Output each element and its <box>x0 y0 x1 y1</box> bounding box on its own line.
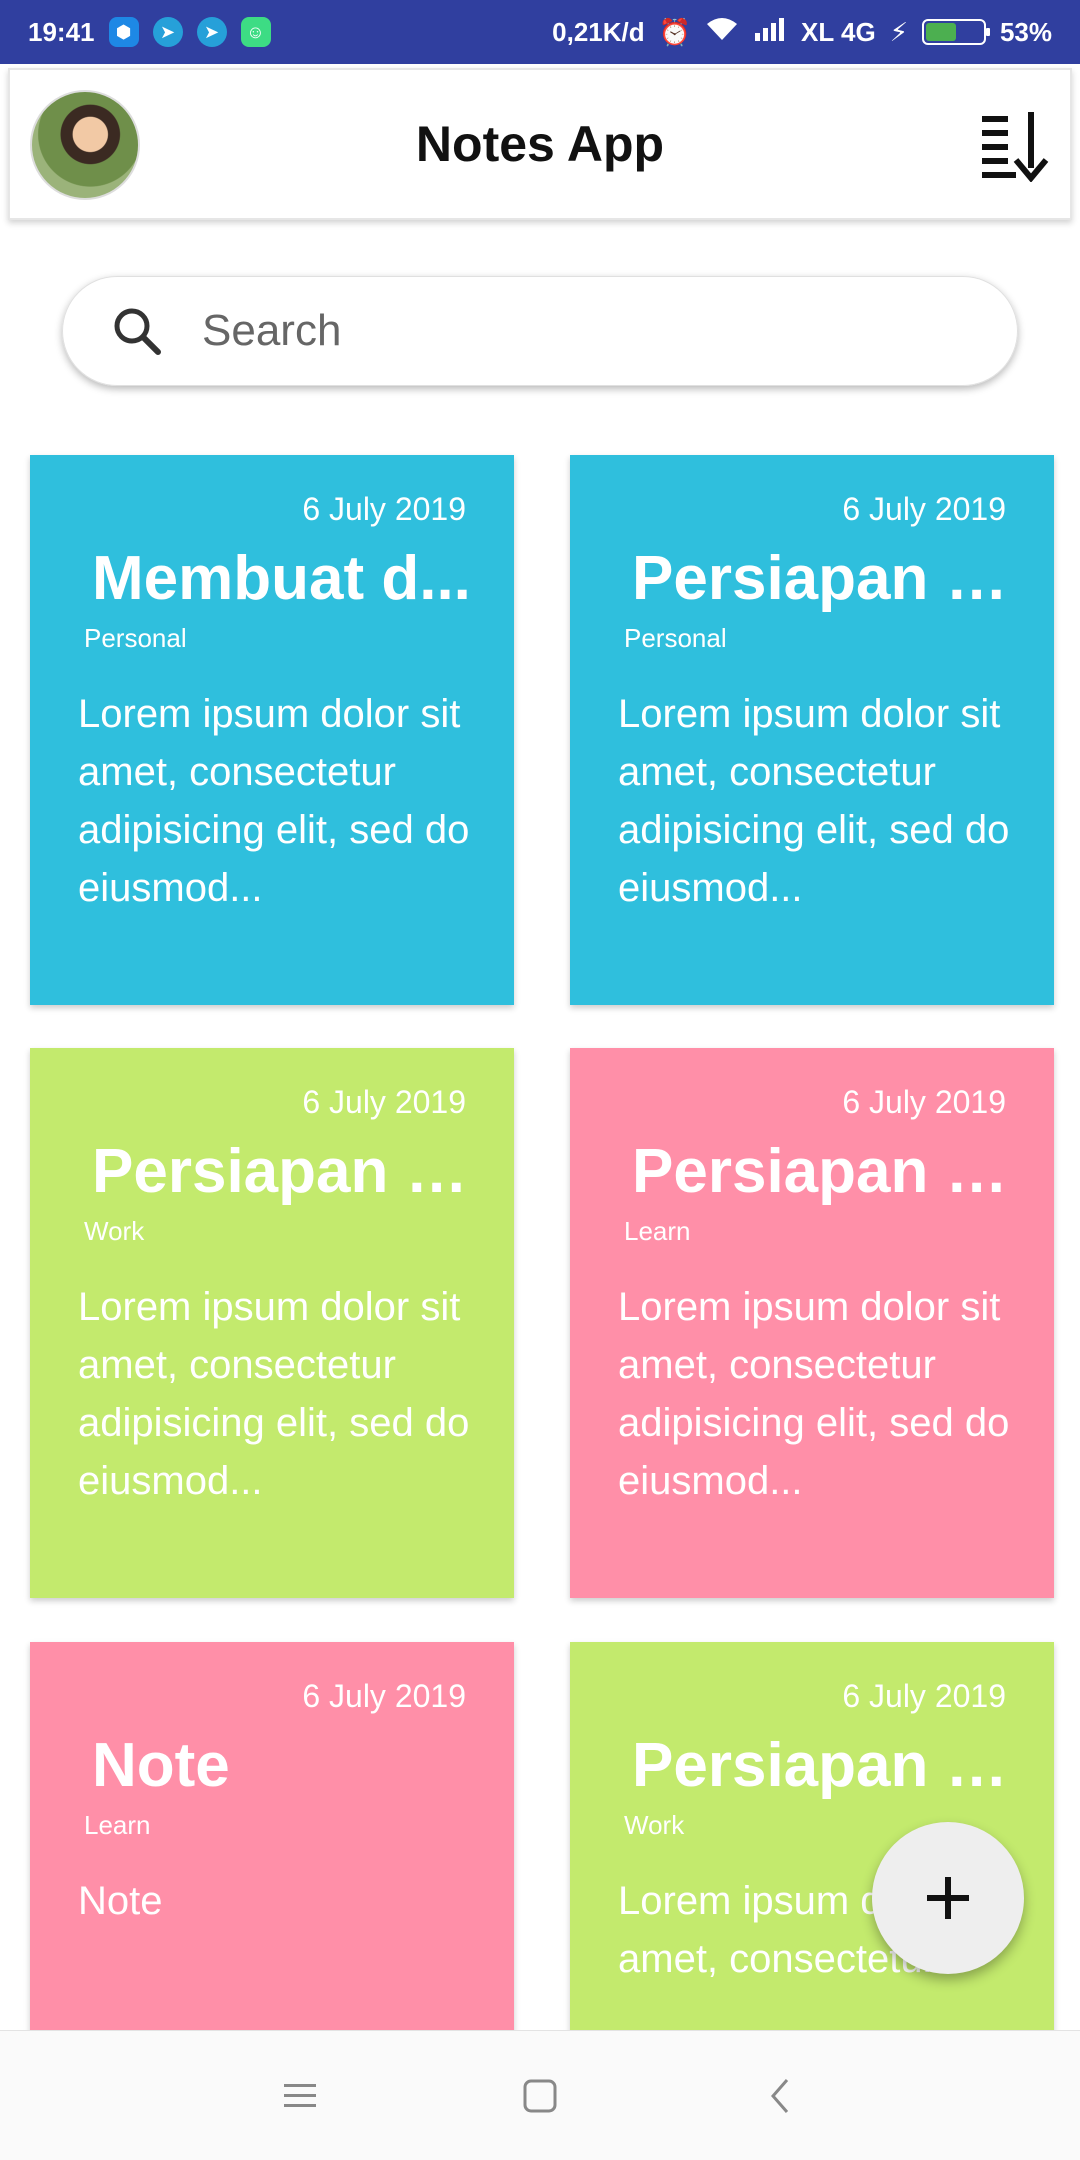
note-body: Lorem ipsum dolor sit amet, consectetur … <box>618 692 1010 910</box>
note-date: 6 July 2019 <box>302 1678 466 1714</box>
battery-icon <box>921 19 990 45</box>
note-title: Persiapan P... <box>632 1731 1012 1800</box>
note-body: Note <box>78 1879 163 1923</box>
menu-button[interactable] <box>270 2066 330 2126</box>
status-time: 19:41 <box>28 16 95 47</box>
note-body: Lorem ipsum dolor sit amet, consectetur … <box>618 1285 1010 1503</box>
note-date: 6 July 2019 <box>842 1678 1006 1714</box>
add-note-button[interactable] <box>872 1822 1024 1974</box>
telegram-icon: ➤ <box>196 17 227 47</box>
avatar[interactable] <box>30 90 140 200</box>
note-category: Work <box>84 1216 145 1246</box>
home-button[interactable] <box>510 2066 570 2126</box>
battery-percent: 53% <box>999 16 1052 47</box>
note-title: Persiapan P... <box>632 1137 1012 1206</box>
search-icon <box>114 308 161 355</box>
note-title: Membuat d... <box>92 544 471 613</box>
carrier-label: XL 4G <box>801 16 876 47</box>
note-title: Note <box>92 1731 230 1800</box>
note-category: Personal <box>84 623 187 653</box>
status-bar: 19:41 ⬢ ➤ ➤ ☺ 0,21K/d ⏰ XL 4G ⚡ 53% <box>0 0 1080 64</box>
wifi-icon <box>705 16 739 49</box>
home-square-icon <box>523 2079 557 2112</box>
sort-button[interactable] <box>980 110 1052 182</box>
search-input[interactable] <box>202 306 902 356</box>
battery-fill <box>925 23 956 41</box>
note-card[interactable]: 6 July 2019 Persiapan P... Work Lorem ip… <box>30 1048 514 1598</box>
note-category: Learn <box>624 1216 691 1246</box>
app-bar: Notes App <box>8 68 1072 220</box>
note-category: Learn <box>84 1810 151 1840</box>
telegram-icon: ➤ <box>152 17 183 47</box>
note-card[interactable]: 6 July 2019 Persiapan P... Personal Lore… <box>570 455 1054 1005</box>
note-card[interactable]: 6 July 2019 Membuat d... Personal Lorem … <box>30 455 514 1005</box>
network-speed: 0,21K/d <box>552 16 645 47</box>
back-button[interactable] <box>750 2066 810 2126</box>
menu-icon <box>284 2083 316 2107</box>
alarm-icon: ⏰ <box>658 16 692 47</box>
note-date: 6 July 2019 <box>842 491 1006 527</box>
search-bar[interactable] <box>62 276 1018 386</box>
note-body: Lorem ipsum dolor sit amet, consectetur … <box>78 1285 470 1503</box>
note-category: Work <box>624 1810 685 1840</box>
note-category: Personal <box>624 623 727 653</box>
system-nav-bar <box>0 2030 1080 2160</box>
signal-icon <box>753 17 787 48</box>
note-date: 6 July 2019 <box>302 491 466 527</box>
note-title: Persiapan P... <box>92 1137 472 1206</box>
note-date: 6 July 2019 <box>302 1084 466 1120</box>
shield-app-icon: ⬢ <box>108 17 139 47</box>
plus-icon <box>927 1877 969 1919</box>
note-title: Persiapan P... <box>632 544 1012 613</box>
status-left: 19:41 ⬢ ➤ ➤ ☺ <box>28 17 271 48</box>
note-card[interactable]: 6 July 2019 Persiapan P... Learn Lorem i… <box>570 1048 1054 1598</box>
note-body: Lorem ipsum dolor sit amet, consectetur … <box>78 692 470 910</box>
status-right: 0,21K/d ⏰ XL 4G ⚡ 53% <box>552 16 1052 49</box>
back-icon <box>771 2078 789 2113</box>
page-title: Notes App <box>415 116 665 172</box>
sort-descending-icon <box>982 112 1049 182</box>
charging-icon: ⚡ <box>889 16 908 47</box>
note-date: 6 July 2019 <box>842 1084 1006 1120</box>
android-icon: ☺ <box>240 17 271 47</box>
